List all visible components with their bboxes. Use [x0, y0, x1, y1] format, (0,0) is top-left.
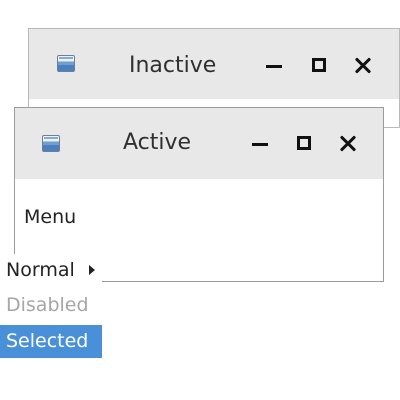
minimize-icon[interactable]: [248, 132, 272, 156]
inactive-window-title: Inactive: [129, 53, 217, 78]
close-icon[interactable]: [336, 132, 360, 156]
close-icon[interactable]: [351, 54, 375, 78]
active-window-titlebar[interactable]: Active: [15, 108, 383, 179]
application-window-icon: [42, 135, 60, 152]
maximize-icon[interactable]: [292, 132, 316, 156]
application-window-icon: [57, 55, 75, 72]
menu-item-label: Disabled: [6, 294, 89, 316]
window-state-preview: Inactive Active Menu Normal Disabled Sel…: [0, 0, 400, 400]
menu-item-normal[interactable]: Normal: [0, 254, 102, 287]
minimize-icon[interactable]: [262, 54, 286, 78]
menu-item-disabled: Disabled: [0, 289, 102, 322]
menu-title: Menu: [24, 206, 77, 228]
menu-item-selected[interactable]: Selected: [0, 325, 102, 358]
active-window-title: Active: [123, 130, 192, 155]
maximize-icon[interactable]: [307, 54, 331, 78]
inactive-window-titlebar[interactable]: Inactive: [29, 29, 399, 99]
menu-item-label: Normal: [6, 259, 75, 281]
menu-item-label: Selected: [6, 330, 89, 352]
submenu-arrow-icon: [89, 265, 95, 275]
